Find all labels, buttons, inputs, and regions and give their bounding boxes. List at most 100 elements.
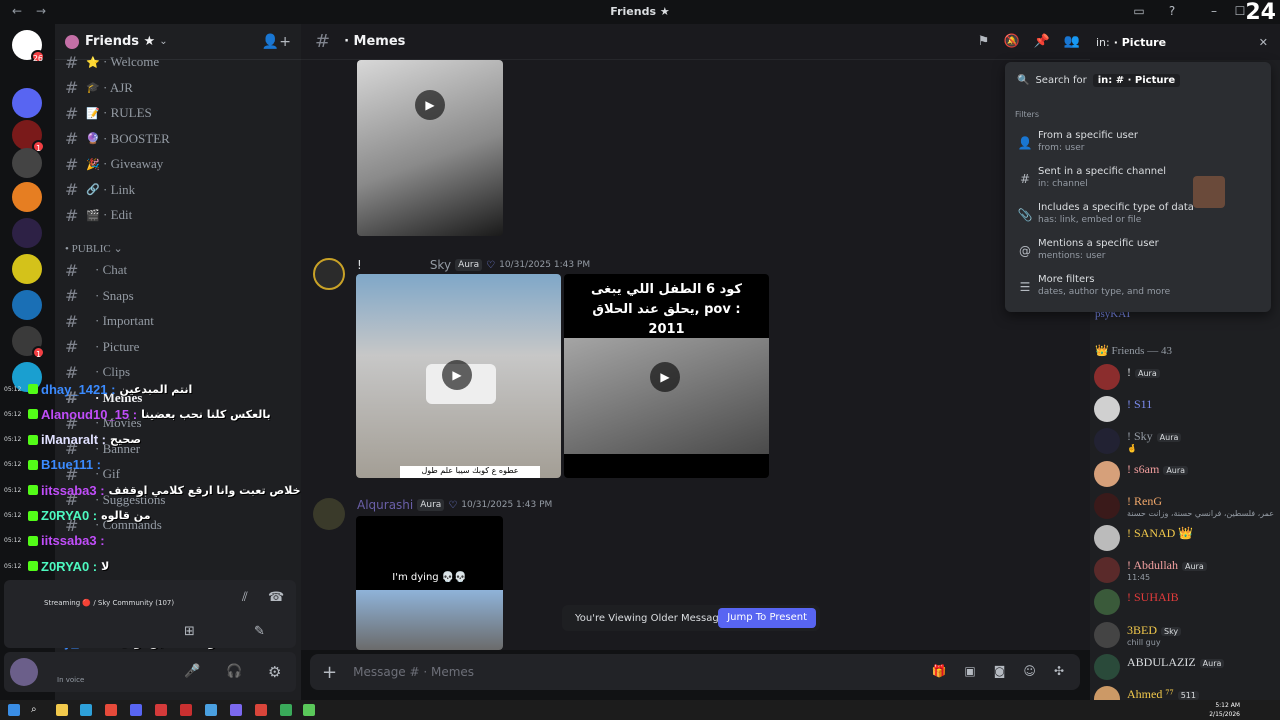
message-input[interactable]: Message # · Memes bbox=[353, 665, 474, 679]
server-icon[interactable]: 1 bbox=[12, 326, 45, 359]
app-icon[interactable] bbox=[80, 704, 92, 716]
member-name-text: ! Abdullah bbox=[1127, 558, 1178, 573]
video-attachment[interactable]: I'm dying 💀💀 bbox=[356, 516, 503, 650]
disconnect-icon[interactable]: ☎ bbox=[268, 590, 284, 605]
video-attachment[interactable]: كود 6 الطفل اللي يبغى يحلق عند الحلاق, p… bbox=[564, 274, 769, 478]
member-status: 11:45 bbox=[1127, 573, 1151, 583]
discord-taskbar-icon[interactable] bbox=[130, 704, 142, 716]
app-icon[interactable] bbox=[255, 704, 267, 716]
channel-item[interactable]: # · Snaps bbox=[65, 285, 134, 307]
notifications-icon[interactable]: 🔕 bbox=[1003, 34, 1019, 49]
gift-icon[interactable]: 🎁 bbox=[931, 664, 946, 678]
channel-item[interactable]: # ⭐ · Welcome bbox=[65, 51, 159, 73]
guild-tag: Aura bbox=[1182, 562, 1207, 572]
channel-item[interactable]: # · Picture bbox=[65, 336, 139, 358]
pin-icon[interactable]: 📌 bbox=[1034, 34, 1050, 49]
title-bar: ← → Friends ★ ▭ ? – ☐ 24 bbox=[0, 0, 1280, 25]
search-filter-option[interactable]: ☰ More filters dates, author type, and mor… bbox=[1015, 274, 1255, 306]
add-member-icon[interactable]: 👤+ bbox=[262, 34, 291, 50]
close-icon[interactable]: ✕ bbox=[1259, 36, 1268, 49]
noise-suppression-icon[interactable]: ⫽ bbox=[242, 590, 248, 605]
author-name[interactable]: Sky bbox=[430, 258, 451, 272]
microphone-icon[interactable]: 🎤 bbox=[184, 664, 200, 679]
server-icon[interactable] bbox=[12, 148, 42, 178]
jump-to-present-button[interactable]: Jump To Present bbox=[718, 608, 816, 628]
server-icon[interactable]: 1 bbox=[12, 120, 45, 153]
gif-icon[interactable]: ▣ bbox=[964, 664, 975, 678]
play-icon[interactable]: ▶ bbox=[415, 90, 445, 120]
system-clock[interactable]: 5:12 AM 2/15/2026 bbox=[1209, 701, 1240, 719]
server-icon[interactable] bbox=[12, 290, 42, 320]
member-item[interactable]: ABDULAZIZ Aura bbox=[1090, 650, 1280, 684]
member-item[interactable]: ! Aura bbox=[1090, 360, 1280, 394]
server-icon[interactable] bbox=[12, 182, 42, 212]
help-icon[interactable]: ? bbox=[1164, 4, 1180, 20]
user-avatar[interactable] bbox=[10, 658, 38, 686]
video-attachment[interactable]: ▶ عطوه ع كوبك سيبا علم طول bbox=[356, 274, 561, 478]
play-icon[interactable]: ▶ bbox=[442, 360, 472, 390]
soundboard-icon[interactable]: ✎ bbox=[254, 624, 265, 639]
video-attachment[interactable]: ▶ bbox=[357, 60, 503, 236]
search-filter-option[interactable]: 👤 From a specific user from: user bbox=[1015, 130, 1255, 162]
member-item[interactable]: ! SANAD 👑 bbox=[1090, 521, 1280, 555]
filters-label: Filters bbox=[1015, 110, 1039, 119]
app-icon[interactable] bbox=[280, 704, 292, 716]
app-icon[interactable] bbox=[155, 704, 167, 716]
channel-item[interactable]: # 🎉 · Giveaway bbox=[65, 153, 163, 175]
hash-icon: # bbox=[315, 31, 331, 52]
search-filter-option[interactable]: @ Mentions a specific user mentions: user bbox=[1015, 238, 1255, 270]
member-item[interactable]: ! S11 bbox=[1090, 392, 1280, 426]
start-icon[interactable] bbox=[8, 704, 20, 716]
members-icon[interactable]: 👥 bbox=[1064, 34, 1080, 49]
channel-item[interactable]: # 🎬 · Edit bbox=[65, 204, 132, 226]
channel-item[interactable]: # · Important bbox=[65, 310, 154, 332]
kick-badge-icon bbox=[28, 535, 38, 546]
search-input[interactable]: in: · Picture ✕ bbox=[1090, 24, 1280, 60]
channel-name: · Clips bbox=[95, 364, 131, 379]
server-icon[interactable]: 26 bbox=[12, 30, 45, 63]
app-icon[interactable] bbox=[230, 704, 242, 716]
channel-item[interactable]: # 📝 · RULES bbox=[65, 102, 152, 124]
message-list[interactable]: ▶ ! Sky Aura ♡ 10/31/2025 1:43 PM ▶ عطوه… bbox=[301, 60, 1090, 650]
server-icon[interactable] bbox=[12, 254, 42, 284]
app-icon[interactable] bbox=[205, 704, 217, 716]
server-icon[interactable] bbox=[12, 218, 42, 248]
overlay-username: Alanoud10_15 : bbox=[41, 406, 138, 422]
emoji-icon[interactable]: ☺ bbox=[1023, 664, 1036, 678]
channel-item[interactable]: # 🔗 · Link bbox=[65, 179, 135, 201]
member-item[interactable]: ! RenG عمر، فلسطين، فرانسي حسنة، وزانت حس… bbox=[1090, 489, 1280, 523]
search-icon[interactable]: ⌕ bbox=[31, 704, 43, 716]
member-item[interactable]: ! Sky Aura 🤞 bbox=[1090, 424, 1280, 458]
author-name[interactable]: Alqurashi bbox=[357, 498, 413, 512]
avatar[interactable] bbox=[313, 258, 345, 290]
member-item[interactable]: ! s6am Aura bbox=[1090, 457, 1280, 491]
app-icon[interactable] bbox=[180, 704, 192, 716]
channel-item[interactable]: # 🎓 · AJR bbox=[65, 77, 133, 99]
apps-icon[interactable]: ✣ bbox=[1054, 664, 1064, 678]
sticker-icon[interactable]: ◙ bbox=[994, 664, 1006, 678]
inbox-icon[interactable]: ▭ bbox=[1131, 4, 1147, 20]
threads-icon[interactable]: ⚑ bbox=[978, 34, 990, 49]
app-icon[interactable] bbox=[105, 704, 117, 716]
channel-item[interactable]: # 🔮 · BOOSTER bbox=[65, 128, 170, 150]
member-item[interactable]: Ahmed ⁷⁷ 511 bbox=[1090, 682, 1280, 700]
server-icon[interactable] bbox=[12, 88, 42, 118]
search-for-row[interactable]: 🔍 Search for in: # · Picture bbox=[1017, 74, 1181, 87]
play-icon[interactable]: ▶ bbox=[650, 362, 680, 392]
overlay-chat-line: 05:12 iitssaba3 : bbox=[4, 532, 109, 550]
add-attachment-icon[interactable]: + bbox=[322, 662, 337, 683]
channel-item[interactable]: # · Chat bbox=[65, 259, 127, 281]
minimize-icon[interactable]: – bbox=[1206, 4, 1222, 20]
member-group-header: 👑 Friends — 43 bbox=[1095, 344, 1172, 357]
member-item[interactable]: ! Abdullah Aura 11:45 bbox=[1090, 553, 1280, 587]
activities-icon[interactable]: ⊞ bbox=[184, 624, 195, 639]
settings-gear-icon[interactable]: ⚙ bbox=[268, 663, 281, 681]
member-item[interactable]: ! SUHAIB bbox=[1090, 585, 1280, 619]
member-item[interactable]: 3BED Sky chill guy bbox=[1090, 618, 1280, 652]
headphones-icon[interactable]: 🎧 bbox=[226, 664, 242, 679]
message-composer[interactable]: + Message # · Memes 🎁 ▣ ◙ ☺ ✣ bbox=[310, 654, 1080, 690]
overlay-time: 05:12 bbox=[4, 486, 22, 494]
app-icon[interactable] bbox=[303, 704, 315, 716]
file-explorer-icon[interactable] bbox=[56, 704, 68, 716]
category-public[interactable]: • PUBLIC ⌄ bbox=[65, 242, 123, 255]
